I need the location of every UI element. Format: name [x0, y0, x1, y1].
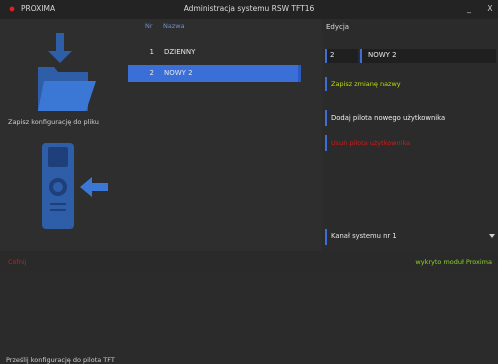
title-bar: PROXIMA Administracja systemu RSW TFT16 … — [0, 0, 498, 19]
edit-title: Edycja — [326, 23, 350, 31]
close-button[interactable]: X — [484, 3, 496, 15]
channel-selected-value: Kanał systemu nr 1 — [331, 232, 397, 240]
delete-remote-button[interactable]: Usuń pilota użytkownika — [325, 135, 498, 151]
row-name: DZIENNY — [164, 48, 196, 56]
send-config-button[interactable]: Prześlij konfigurację do pilota TFT — [0, 134, 128, 364]
status-bar: Cofnij wykryto moduł Proxima — [0, 251, 498, 271]
name-value: NOWY 2 — [368, 51, 397, 59]
column-header-nr: Nr — [145, 22, 153, 30]
left-panel: Zapisz konfigurację do pliku Prześlij ko… — [0, 19, 128, 364]
column-header-name: Nazwa — [163, 22, 185, 30]
minimize-button[interactable]: _ — [463, 3, 475, 15]
row-name: NOWY 2 — [164, 69, 193, 77]
nr-input[interactable]: 2 — [325, 49, 358, 63]
delete-remote-label: Usuń pilota użytkownika — [331, 139, 411, 147]
config-list: Nr Nazwa 1 DZIENNY 2 NOWY 2 — [128, 19, 322, 251]
add-remote-label: Dodaj pilota nowego użytkownika — [331, 114, 446, 122]
channel-select[interactable]: Kanał systemu nr 1 — [325, 229, 498, 245]
add-remote-button[interactable]: Dodaj pilota nowego użytkownika — [325, 110, 498, 126]
send-config-label: Prześlij konfigurację do pilota TFT — [6, 356, 115, 364]
list-row[interactable]: 1 DZIENNY — [128, 44, 322, 61]
save-name-label: Zapisz zmianę nazwy — [331, 80, 401, 88]
save-config-button[interactable]: Zapisz konfigurację do pliku — [0, 19, 128, 129]
name-input[interactable]: NOWY 2 — [360, 49, 496, 63]
folder-download-icon — [38, 33, 96, 111]
list-row-selected[interactable]: 2 NOWY 2 — [128, 65, 301, 82]
selection-end — [298, 65, 301, 82]
undo-link[interactable]: Cofnij — [8, 258, 27, 266]
list-header: Nr Nazwa — [128, 19, 322, 33]
save-config-label: Zapisz konfigurację do pliku — [8, 118, 99, 126]
save-name-button[interactable]: Zapisz zmianę nazwy — [325, 77, 498, 91]
module-status: wykryto moduł Proxima — [415, 258, 492, 266]
row-nr: 1 — [149, 48, 154, 56]
remote-arrow-icon — [42, 143, 108, 229]
edit-panel: Edycja 2 NOWY 2 Zapisz zmianę nazwy Doda… — [322, 19, 498, 251]
nr-value: 2 — [330, 51, 335, 59]
window-title: Administracja systemu RSW TFT16 — [183, 4, 315, 13]
chevron-down-icon — [489, 234, 495, 238]
row-nr: 2 — [149, 69, 154, 77]
